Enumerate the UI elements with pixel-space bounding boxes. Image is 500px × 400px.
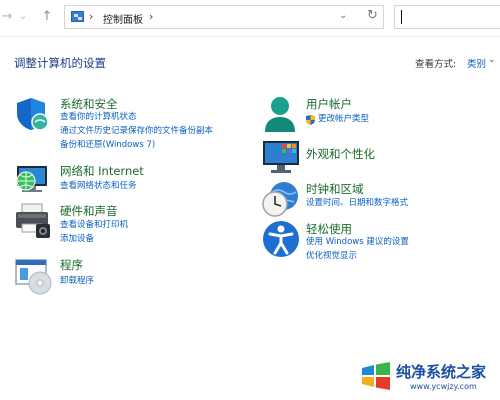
breadcrumb-chevron-icon[interactable]: › [149,10,153,23]
link-backup-restore[interactable]: 备份和还原(Windows 7) [60,140,155,151]
network-globe-icon [16,166,47,192]
page-title: 调整计算机的设置 [14,56,106,70]
breadcrumb-separator-icon: › [89,10,94,23]
back-arrow-icon[interactable]: → [0,9,14,25]
category-title[interactable]: 系统和安全 [60,96,118,112]
watermark-url: www.ycwjzy.com [410,382,477,391]
up-arrow-icon[interactable]: ↑ [40,9,54,25]
address-bar[interactable]: › 控制面板 › ⌄ ↻ [64,5,384,29]
link-set-time-date-format[interactable]: 设置时间、日期和数字格式 [306,198,408,209]
link-view-devices-printers[interactable]: 查看设备和打印机 [60,220,128,231]
shield-security-icon [17,98,49,131]
link-optimize-visual-display[interactable]: 优化视觉显示 [306,251,357,262]
clock-globe-icon [262,182,298,217]
watermark: 纯净系统之家 www.ycwjzy.com [356,356,496,398]
chevron-down-icon[interactable]: ⌄ [16,9,30,25]
uac-shield-icon [306,115,315,125]
monitor-personalize-icon [263,141,299,173]
breadcrumb-control-panel[interactable]: 控制面板 [103,11,143,26]
category-title[interactable]: 硬件和声音 [60,203,118,219]
text-caret [401,10,402,24]
link-file-history[interactable]: 通过文件历史记录保存你的文件备份副本 [60,126,213,137]
category-title[interactable]: 用户帐户 [306,96,352,112]
link-recommended-settings[interactable]: 使用 Windows 建议的设置 [306,237,409,248]
view-by-dropdown[interactable]: 类别 [467,56,486,70]
category-title[interactable]: 时钟和区域 [306,181,364,197]
user-account-icon [265,97,295,132]
link-view-network-status[interactable]: 查看网络状态和任务 [60,181,137,192]
category-title[interactable]: 网络和 Internet [60,163,144,179]
accessibility-icon [263,221,299,257]
refresh-icon[interactable]: ↻ [367,8,378,23]
link-add-device[interactable]: 添加设备 [60,234,94,245]
view-by-chevron-icon[interactable]: ⌄ [488,55,496,65]
link-change-account-type[interactable]: 更改帐户类型 [318,114,369,125]
category-title[interactable]: 程序 [60,257,83,273]
programs-disc-icon [15,259,52,295]
link-uninstall-program[interactable]: 卸载程序 [60,276,94,287]
category-title[interactable]: 外观和个性化 [306,146,375,162]
link-view-computer-status[interactable]: 查看你的计算机状态 [60,112,137,123]
search-input[interactable] [394,5,500,29]
printer-icon [16,203,50,238]
watermark-title: 纯净系统之家 [396,363,487,381]
view-by-label: 查看方式: [415,59,457,70]
windows-logo-icon [362,362,390,390]
address-toolbar: → ⌄ ↑ › 控制面板 › ⌄ ↻ [0,0,500,37]
control-panel-icon [71,11,84,22]
address-history-dropdown-icon[interactable]: ⌄ [339,10,347,21]
category-title[interactable]: 轻松使用 [306,221,352,237]
